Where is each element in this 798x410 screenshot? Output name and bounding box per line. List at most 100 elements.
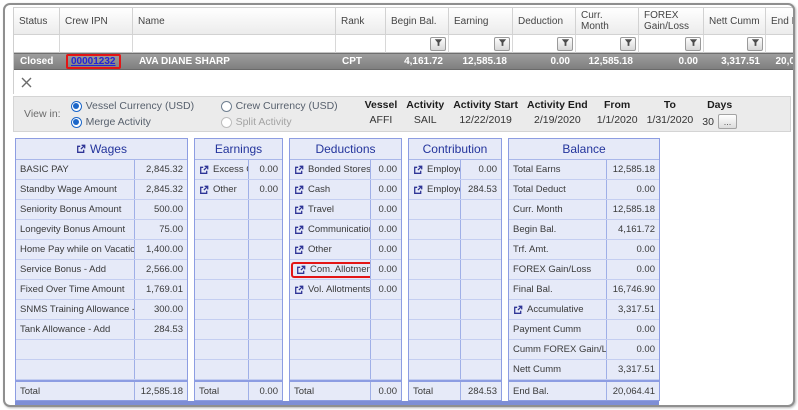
empty-row	[409, 280, 501, 300]
earning-row: Other0.00	[195, 180, 282, 200]
cell-nett-cumm: 3,317.51	[704, 53, 766, 70]
filter-input-deduction[interactable]	[513, 35, 576, 53]
panel-title-text: Earnings	[215, 142, 262, 156]
deduction-label: Com. Allotments	[310, 264, 371, 275]
external-link-icon[interactable]	[294, 165, 304, 175]
filter-button-deduction[interactable]	[557, 37, 573, 51]
empty-row	[409, 360, 501, 380]
external-link-icon[interactable]	[513, 305, 523, 315]
empty-row	[290, 320, 401, 340]
deduction-label: Vol. Allotments	[308, 284, 370, 295]
wages-panel-title: Wages	[16, 139, 187, 160]
wage-label: Fixed Over Time Amount	[16, 280, 135, 299]
cell-begin-bal: 4,161.72	[386, 53, 449, 70]
external-link-icon[interactable]	[76, 144, 86, 154]
wage-label: Longevity Bonus Amount	[16, 220, 135, 239]
external-link-icon[interactable]	[199, 165, 209, 175]
contribution-row: Employer284.53	[409, 180, 501, 200]
external-link-icon[interactable]	[294, 225, 304, 235]
deductions-total-row: Total0.00	[290, 380, 401, 400]
balance-value: 3,317.51	[607, 300, 659, 319]
filter-input-nett-cumm[interactable]	[704, 35, 766, 53]
balance-panel-title: Balance	[509, 139, 659, 160]
column-header-crew-ipn[interactable]: Crew IPN	[60, 7, 133, 35]
external-link-icon[interactable]	[199, 185, 209, 195]
column-header-deduction[interactable]: Deduction	[513, 7, 576, 35]
wage-row: Fixed Over Time Amount1,769.01	[16, 280, 187, 300]
external-link-icon[interactable]	[294, 205, 304, 215]
filter-input-forex[interactable]	[639, 35, 704, 53]
total-value: 0.00	[249, 382, 282, 400]
column-header-nett-cumm[interactable]: Nett Cumm	[704, 7, 766, 35]
filter-input-crew-ipn[interactable]	[60, 35, 133, 53]
balance-label: Total Earns	[509, 160, 607, 179]
radio-crew-currency[interactable]: Crew Currency (USD)	[221, 100, 351, 112]
filter-button-begin-bal[interactable]	[430, 37, 446, 51]
close-icon[interactable]	[20, 76, 33, 89]
column-header-end-bal[interactable]: End Bal.	[766, 7, 795, 35]
radio-merge-activity[interactable]: Merge Activity	[71, 116, 221, 128]
column-header-status[interactable]: Status	[14, 7, 60, 35]
crew-ipn-link[interactable]: 00001232	[71, 56, 116, 67]
external-link-icon[interactable]	[294, 245, 304, 255]
empty-row	[409, 300, 501, 320]
balance-label: Nett Cumm	[509, 360, 607, 379]
empty-row	[409, 220, 501, 240]
filter-input-earning[interactable]	[449, 35, 513, 53]
filter-input-begin-bal[interactable]	[386, 35, 449, 53]
earning-label: Other	[213, 184, 237, 195]
radio-label: Split Activity	[236, 116, 292, 128]
crew-ipn-highlight-box: 00001232	[66, 54, 121, 69]
column-header-earning[interactable]: Earning	[449, 7, 513, 35]
balance-label: Cumm FOREX Gain/Loss	[509, 340, 607, 359]
filter-input-curr-month[interactable]	[576, 35, 639, 53]
filter-button-nett-cumm[interactable]	[747, 37, 763, 51]
column-header-name[interactable]: Name	[133, 7, 336, 35]
column-header-begin-bal[interactable]: Begin Bal.	[386, 7, 449, 35]
filter-input-end-bal[interactable]	[766, 35, 795, 53]
wage-label: Service Bonus - Add	[16, 260, 135, 279]
filter-button-forex[interactable]	[685, 37, 701, 51]
filter-input-rank[interactable]	[336, 35, 386, 53]
empty-row	[409, 340, 501, 360]
external-link-icon[interactable]	[413, 165, 423, 175]
balance-value: 12,585.18	[607, 200, 659, 219]
total-value: 284.53	[461, 382, 501, 400]
field-from: From1/1/2020	[597, 99, 638, 129]
external-link-icon[interactable]	[413, 185, 423, 195]
ellipsis-button[interactable]: ...	[718, 114, 737, 129]
field-activity-end: Activity End2/19/2020	[527, 99, 588, 129]
cell-rank: CPT	[336, 53, 386, 70]
balance-label: Curr. Month	[509, 200, 607, 219]
external-link-icon[interactable]	[296, 265, 306, 275]
filter-input-status[interactable]	[14, 35, 60, 53]
column-header-curr-month[interactable]: Curr. Month	[576, 7, 639, 35]
balance-row: Curr. Month12,585.18	[509, 200, 659, 220]
cell-curr-month: 12,585.18	[576, 53, 639, 70]
empty-row	[195, 320, 282, 340]
cell-end-bal: 20,064.41	[766, 53, 795, 70]
cell-name: AVA DIANE SHARP	[133, 53, 336, 70]
field-vessel: VesselAFFI	[365, 99, 398, 129]
filter-input-name[interactable]	[133, 35, 336, 53]
earnings-total-row: Total0.00	[195, 380, 282, 400]
balance-row: Payment Cumm0.00	[509, 320, 659, 340]
empty-row	[195, 340, 282, 360]
crew-row-selected[interactable]: Closed 00001232 AVA DIANE SHARP CPT 4,16…	[14, 53, 795, 70]
external-link-icon[interactable]	[294, 185, 304, 195]
external-link-icon[interactable]	[294, 285, 304, 295]
filter-button-curr-month[interactable]	[620, 37, 636, 51]
column-header-rank[interactable]: Rank	[336, 7, 386, 35]
empty-row	[195, 260, 282, 280]
field-value: 12/22/2019	[459, 114, 512, 126]
radio-label: Crew Currency (USD)	[236, 100, 338, 112]
filter-button-earning[interactable]	[494, 37, 510, 51]
radio-split-activity[interactable]: Split Activity	[221, 116, 351, 128]
column-header-forex[interactable]: FOREX Gain/Loss	[639, 7, 704, 35]
wage-row: Seniority Bonus Amount500.00	[16, 200, 187, 220]
total-value: 0.00	[371, 382, 401, 400]
radio-vessel-currency[interactable]: Vessel Currency (USD)	[71, 100, 221, 112]
empty-row	[195, 220, 282, 240]
deduction-value: 0.00	[371, 260, 401, 279]
balance-panel: Balance Total Earns12,585.18 Total Deduc…	[508, 138, 660, 401]
